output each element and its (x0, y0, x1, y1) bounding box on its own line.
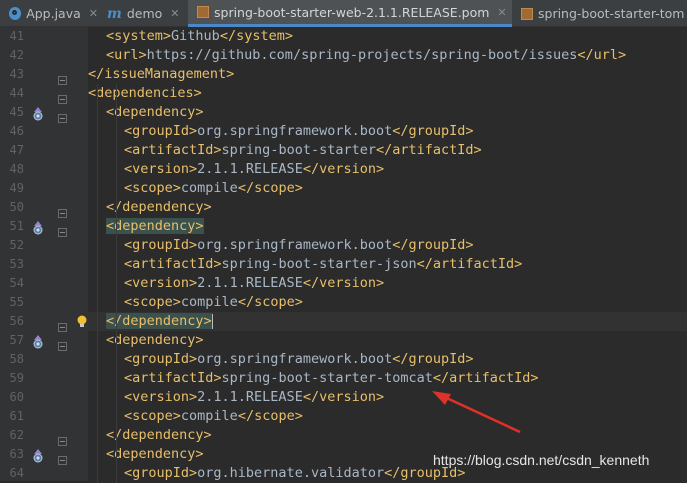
watermark-text: https://blog.csdn.net/csdn_kenneth (433, 452, 650, 468)
red-annotation-arrow (432, 391, 521, 434)
